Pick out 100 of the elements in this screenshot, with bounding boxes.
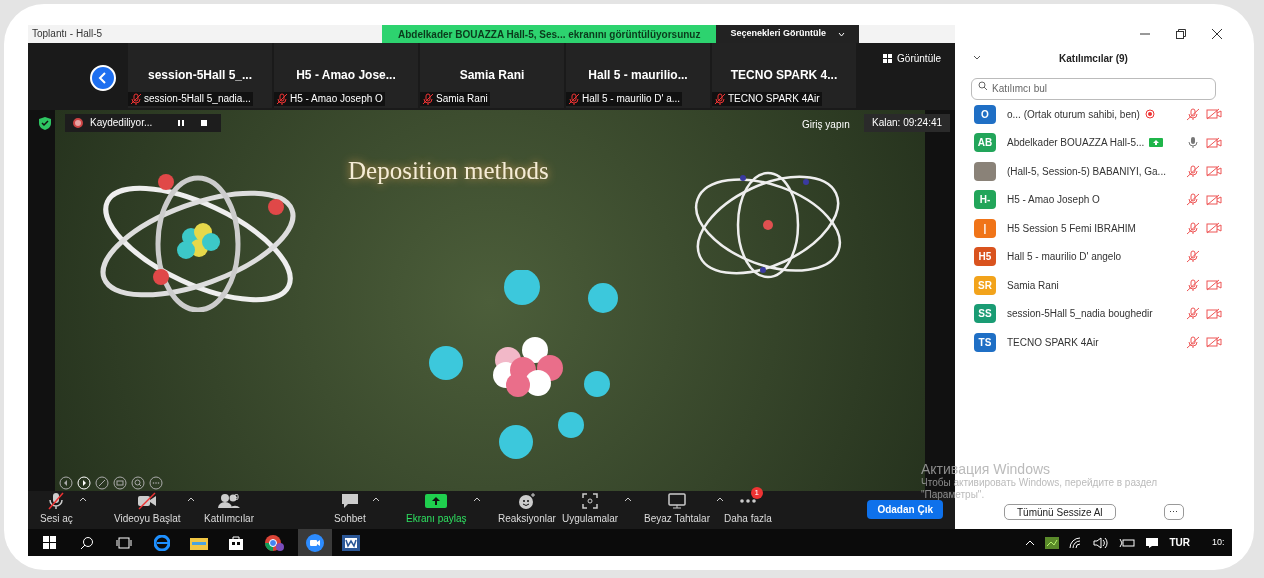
grid-icon bbox=[883, 53, 894, 63]
participant-name: (Hall-5, Session-5) BABANIYI, Ga... bbox=[1007, 164, 1166, 179]
battery-icon[interactable] bbox=[1119, 537, 1136, 548]
avatar: SS bbox=[974, 304, 996, 324]
toolbar-button[interactable]: Uygulamalar bbox=[562, 491, 619, 526]
participant-row[interactable]: H5 Hall 5 - maurilio D' angelo bbox=[955, 242, 1232, 271]
speaker-icon[interactable] bbox=[1093, 536, 1110, 549]
clock[interactable]: 10: bbox=[1212, 535, 1228, 550]
shield-icon bbox=[39, 116, 51, 130]
toolbar-button[interactable]: Ekranı paylaş bbox=[406, 491, 467, 526]
back-button[interactable] bbox=[90, 64, 116, 91]
window-title: Toplantı - Hall-5 bbox=[32, 27, 103, 42]
input-language[interactable]: TUR bbox=[1169, 535, 1190, 550]
more-icon bbox=[739, 499, 756, 503]
avatar: SR bbox=[974, 275, 996, 295]
search-field[interactable]: Katılımcı bul bbox=[971, 77, 1216, 100]
participant-row[interactable]: AB Abdelkader BOUAZZA Hall-5... bbox=[955, 128, 1232, 157]
caret-icon[interactable] bbox=[186, 496, 195, 502]
zoom-taskbar-button[interactable] bbox=[298, 529, 332, 556]
share-banner: Abdelkader BOUAZZA Hall-5, Ses... ekranını görüntülüyorsunuz bbox=[382, 25, 717, 43]
participant-name: H5 - Amao Joseph O bbox=[1007, 193, 1100, 208]
view-options-button[interactable]: Seçenekleri Görüntüle bbox=[716, 25, 859, 43]
mute-all-button[interactable]: Tümünü Sessize Al bbox=[1004, 504, 1116, 520]
restore-icon[interactable] bbox=[1176, 29, 1186, 39]
participant-row[interactable]: H- H5 - Amao Joseph O bbox=[955, 185, 1232, 214]
windows-start-icon[interactable] bbox=[43, 536, 56, 549]
caret-icon bbox=[838, 31, 845, 37]
avatar: | bbox=[974, 218, 996, 238]
close-icon[interactable] bbox=[1212, 29, 1222, 39]
participant-row[interactable]: | H5 Session 5 Femi IBRAHIM bbox=[955, 214, 1232, 243]
zoom-icon bbox=[306, 533, 324, 552]
search-icon[interactable] bbox=[80, 535, 94, 550]
tile-name: Hall 5 - maurilio D' a... bbox=[582, 92, 681, 107]
toolbar-button[interactable]: Reaksiyonlar bbox=[498, 491, 556, 526]
tile-title: Samia Rani bbox=[458, 66, 526, 84]
task-view-icon[interactable] bbox=[116, 536, 132, 549]
browser-icon[interactable] bbox=[154, 534, 170, 551]
avatar: O bbox=[974, 104, 996, 124]
video-tile[interactable]: Samia Rani Samia Rani bbox=[420, 42, 564, 108]
view-button[interactable]: Görüntüle bbox=[883, 50, 941, 66]
more-icon[interactable] bbox=[149, 475, 163, 490]
participant-row[interactable]: SS session-5Hall 5_nadia boughedir bbox=[955, 299, 1232, 328]
tray-app-icon[interactable] bbox=[1045, 536, 1060, 549]
video-tile[interactable]: TECNO SPARK 4... TECNO SPARK 4Air bbox=[712, 42, 856, 108]
panel-title: Katılımcılar (9) bbox=[1059, 51, 1128, 66]
slides-icon[interactable] bbox=[113, 475, 127, 490]
tile-name: session-5Hall 5_nadia... bbox=[144, 92, 251, 107]
caret-icon[interactable] bbox=[624, 496, 633, 502]
tile-title: Hall 5 - maurilio... bbox=[587, 66, 689, 84]
caret-icon[interactable] bbox=[78, 496, 87, 502]
toolbar-button[interactable]: Videoyu Başlat bbox=[114, 491, 181, 526]
notification-icon[interactable] bbox=[1145, 536, 1160, 549]
store-icon[interactable] bbox=[228, 534, 244, 551]
video-tile[interactable]: session-5Hall 5_... session-5Hall 5_nadia... bbox=[128, 42, 272, 108]
tile-title: session-5Hall 5_... bbox=[146, 66, 254, 84]
muted-mic-icon bbox=[422, 92, 434, 105]
slide-title: Deposition methods bbox=[348, 155, 549, 186]
pen-icon[interactable] bbox=[95, 475, 109, 490]
toolbar-button[interactable]: Sesi aç bbox=[40, 491, 73, 526]
caret-icon[interactable] bbox=[472, 496, 481, 502]
recording-label: Kaydediliyor... bbox=[90, 116, 154, 131]
participant-row[interactable]: O o... (Ortak oturum sahibi, ben) bbox=[955, 100, 1232, 129]
avatar: H5 bbox=[974, 247, 996, 267]
participant-row[interactable]: SR Samia Rani bbox=[955, 271, 1232, 300]
toolbar-button[interactable]: Katılımcılar 9 bbox=[204, 491, 254, 526]
activation-title: Активация Windows bbox=[921, 461, 1052, 477]
zoom-icon[interactable] bbox=[131, 475, 145, 490]
folder-icon[interactable] bbox=[190, 535, 208, 550]
muted-mic-icon bbox=[568, 92, 580, 105]
more-button[interactable]: ··· bbox=[1163, 504, 1184, 520]
previous-icon[interactable] bbox=[59, 475, 73, 490]
toolbar-button[interactable]: Beyaz Tahtalar bbox=[644, 491, 710, 526]
tile-name: TECNO SPARK 4Air bbox=[728, 92, 820, 107]
participant-row[interactable]: (Hall-5, Session-5) BABANIYI, Ga... bbox=[955, 157, 1232, 186]
chevron-left-icon bbox=[98, 71, 108, 84]
record-icon bbox=[73, 117, 83, 128]
next-icon[interactable] bbox=[77, 475, 91, 490]
sign-in-link[interactable]: Giriş yapın bbox=[802, 116, 850, 132]
chat-icon bbox=[339, 492, 360, 510]
video-tile[interactable]: H5 - Amao Jose... H5 - Amao Joseph O bbox=[274, 42, 418, 108]
pause-icon[interactable] bbox=[177, 118, 185, 127]
tile-name: H5 - Amao Joseph O bbox=[290, 92, 383, 107]
caret-icon[interactable] bbox=[715, 496, 724, 502]
muted-mic-icon bbox=[276, 92, 288, 105]
video-tile[interactable]: Hall 5 - maurilio... Hall 5 - maurilio D' a... bbox=[566, 42, 710, 108]
apps-icon bbox=[581, 492, 600, 510]
chrome-icon[interactable] bbox=[264, 533, 284, 552]
participant-count: 9 bbox=[234, 491, 239, 504]
stop-icon[interactable] bbox=[200, 118, 208, 127]
tile-name: Samia Rani bbox=[436, 92, 488, 107]
toolbar-button[interactable]: Sohbet bbox=[334, 491, 366, 526]
leave-button[interactable]: Odadan Çık bbox=[867, 500, 943, 519]
chevron-down-icon[interactable] bbox=[973, 55, 981, 61]
caret-icon[interactable] bbox=[371, 496, 380, 502]
participant-name: Abdelkader BOUAZZA Hall-5... bbox=[1007, 136, 1145, 151]
search-icon bbox=[978, 81, 988, 91]
remaining-time: Kalan: 09:24:41 bbox=[864, 113, 951, 132]
chevron-up-icon[interactable] bbox=[1025, 539, 1036, 546]
participant-row[interactable]: TS TECNO SPARK 4Air bbox=[955, 328, 1232, 357]
document-icon[interactable] bbox=[342, 534, 360, 551]
